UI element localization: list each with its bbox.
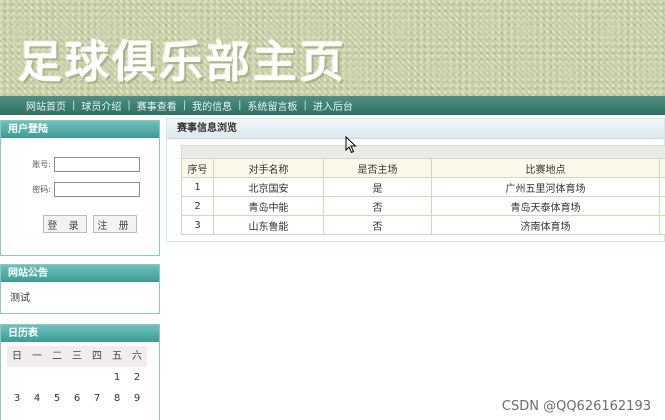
account-label: 账号: <box>32 160 51 169</box>
register-button[interactable]: 注 册 <box>93 215 137 233</box>
match-table-wrapper: 序号 对手名称 是否主场 比赛地点 1 北京国安 是 广州五里河体育场 2 青岛… <box>181 145 665 235</box>
table-top-bar <box>181 145 665 158</box>
table-cell: 北京国安 <box>213 177 324 197</box>
notice-panel-title: 网站公告 <box>1 265 159 282</box>
account-row: 账号: <box>21 157 140 172</box>
nav-item-home[interactable]: 网站首页 <box>20 98 72 113</box>
calendar-panel-title: 日历表 <box>1 325 159 342</box>
calendar-weekday: 三 <box>67 346 87 367</box>
calendar-day[interactable]: 6 <box>67 388 87 409</box>
calendar-day <box>87 367 107 388</box>
calendar-grid: 日 一 二 三 四 五 六 1 2 3 4 5 6 7 8 9 <box>1 342 159 409</box>
calendar-day[interactable]: 4 <box>27 388 47 409</box>
nav-item-message-board[interactable]: 系统留言板 <box>242 98 304 113</box>
table-cell-extra <box>659 215 665 235</box>
account-input[interactable] <box>54 157 140 172</box>
password-row: 密码: <box>21 182 140 197</box>
table-cell: 广州五里河体育场 <box>431 177 660 197</box>
watermark: CSDN @QQ626162193 <box>501 399 651 414</box>
column-header: 对手名称 <box>213 158 324 178</box>
notice-panel: 网站公告 测试 <box>0 264 160 314</box>
calendar-day[interactable]: 9 <box>127 388 147 409</box>
mouse-cursor-icon <box>345 135 357 157</box>
nav-item-players[interactable]: 球员介绍 <box>75 98 127 113</box>
table-cell: 是 <box>323 177 432 197</box>
calendar-weekday: 六 <box>127 346 147 367</box>
table-row[interactable]: 3 山东鲁能 否 济南体育场 <box>181 215 665 235</box>
table-cell: 青岛天泰体育场 <box>431 196 660 216</box>
table-cell-extra <box>659 177 665 197</box>
column-header: 比赛地点 <box>431 158 660 178</box>
calendar-day <box>47 367 67 388</box>
column-header: 是否主场 <box>323 158 432 178</box>
nav-bar: 网站首页 | 球员介绍 | 赛事查看 | 我的信息 | 系统留言板 | 进入后台 <box>0 96 665 115</box>
table-cell: 山东鲁能 <box>213 215 324 235</box>
calendar-day[interactable]: 8 <box>107 388 127 409</box>
table-cell: 济南体育场 <box>431 215 660 235</box>
match-info-title: 赛事信息浏览 <box>167 119 664 139</box>
password-label: 密码: <box>32 185 51 194</box>
calendar-day <box>7 367 27 388</box>
login-panel: 用户登陆 账号: 密码: 登 录 注 册 <box>0 120 160 256</box>
match-table: 序号 对手名称 是否主场 比赛地点 1 北京国安 是 广州五里河体育场 2 青岛… <box>181 158 665 235</box>
site-title: 足球俱乐部主页 <box>18 37 347 88</box>
column-header-extra <box>659 158 665 178</box>
calendar-day[interactable]: 3 <box>7 388 27 409</box>
calendar-day[interactable]: 2 <box>127 367 147 388</box>
table-cell: 否 <box>323 196 432 216</box>
password-input[interactable] <box>54 182 140 197</box>
login-button[interactable]: 登 录 <box>43 215 87 233</box>
table-cell: 否 <box>323 215 432 235</box>
header-banner: 足球俱乐部主页 <box>0 0 665 96</box>
table-row[interactable]: 2 青岛中能 否 青岛天泰体育场 <box>181 196 665 216</box>
match-info-panel: 赛事信息浏览 序号 对手名称 是否主场 比赛地点 1 北京国安 是 广州五里河体… <box>166 118 665 242</box>
calendar-weekday: 五 <box>107 346 127 367</box>
calendar-day[interactable]: 5 <box>47 388 67 409</box>
calendar-day <box>67 367 87 388</box>
nav-item-my-info[interactable]: 我的信息 <box>186 98 238 113</box>
table-cell: 2 <box>181 196 214 216</box>
table-cell: 3 <box>181 215 214 235</box>
calendar-day <box>27 367 47 388</box>
notice-text[interactable]: 测试 <box>1 282 159 304</box>
login-panel-title: 用户登陆 <box>1 121 159 138</box>
column-header: 序号 <box>181 158 214 178</box>
calendar-weekday: 四 <box>87 346 107 367</box>
calendar-panel: 日历表 日 一 二 三 四 五 六 1 2 3 4 5 6 7 8 9 <box>0 324 160 420</box>
calendar-weekday: 日 <box>7 346 27 367</box>
calendar-weekday: 一 <box>27 346 47 367</box>
calendar-weekday: 二 <box>47 346 67 367</box>
table-header-row: 序号 对手名称 是否主场 比赛地点 <box>181 158 665 178</box>
nav-item-matches[interactable]: 赛事查看 <box>131 98 183 113</box>
table-cell: 青岛中能 <box>213 196 324 216</box>
table-row[interactable]: 1 北京国安 是 广州五里河体育场 <box>181 177 665 197</box>
table-cell: 1 <box>181 177 214 197</box>
table-cell-extra <box>659 196 665 216</box>
calendar-day[interactable]: 7 <box>87 388 107 409</box>
nav-item-admin[interactable]: 进入后台 <box>307 98 359 113</box>
calendar-day[interactable]: 1 <box>107 367 127 388</box>
